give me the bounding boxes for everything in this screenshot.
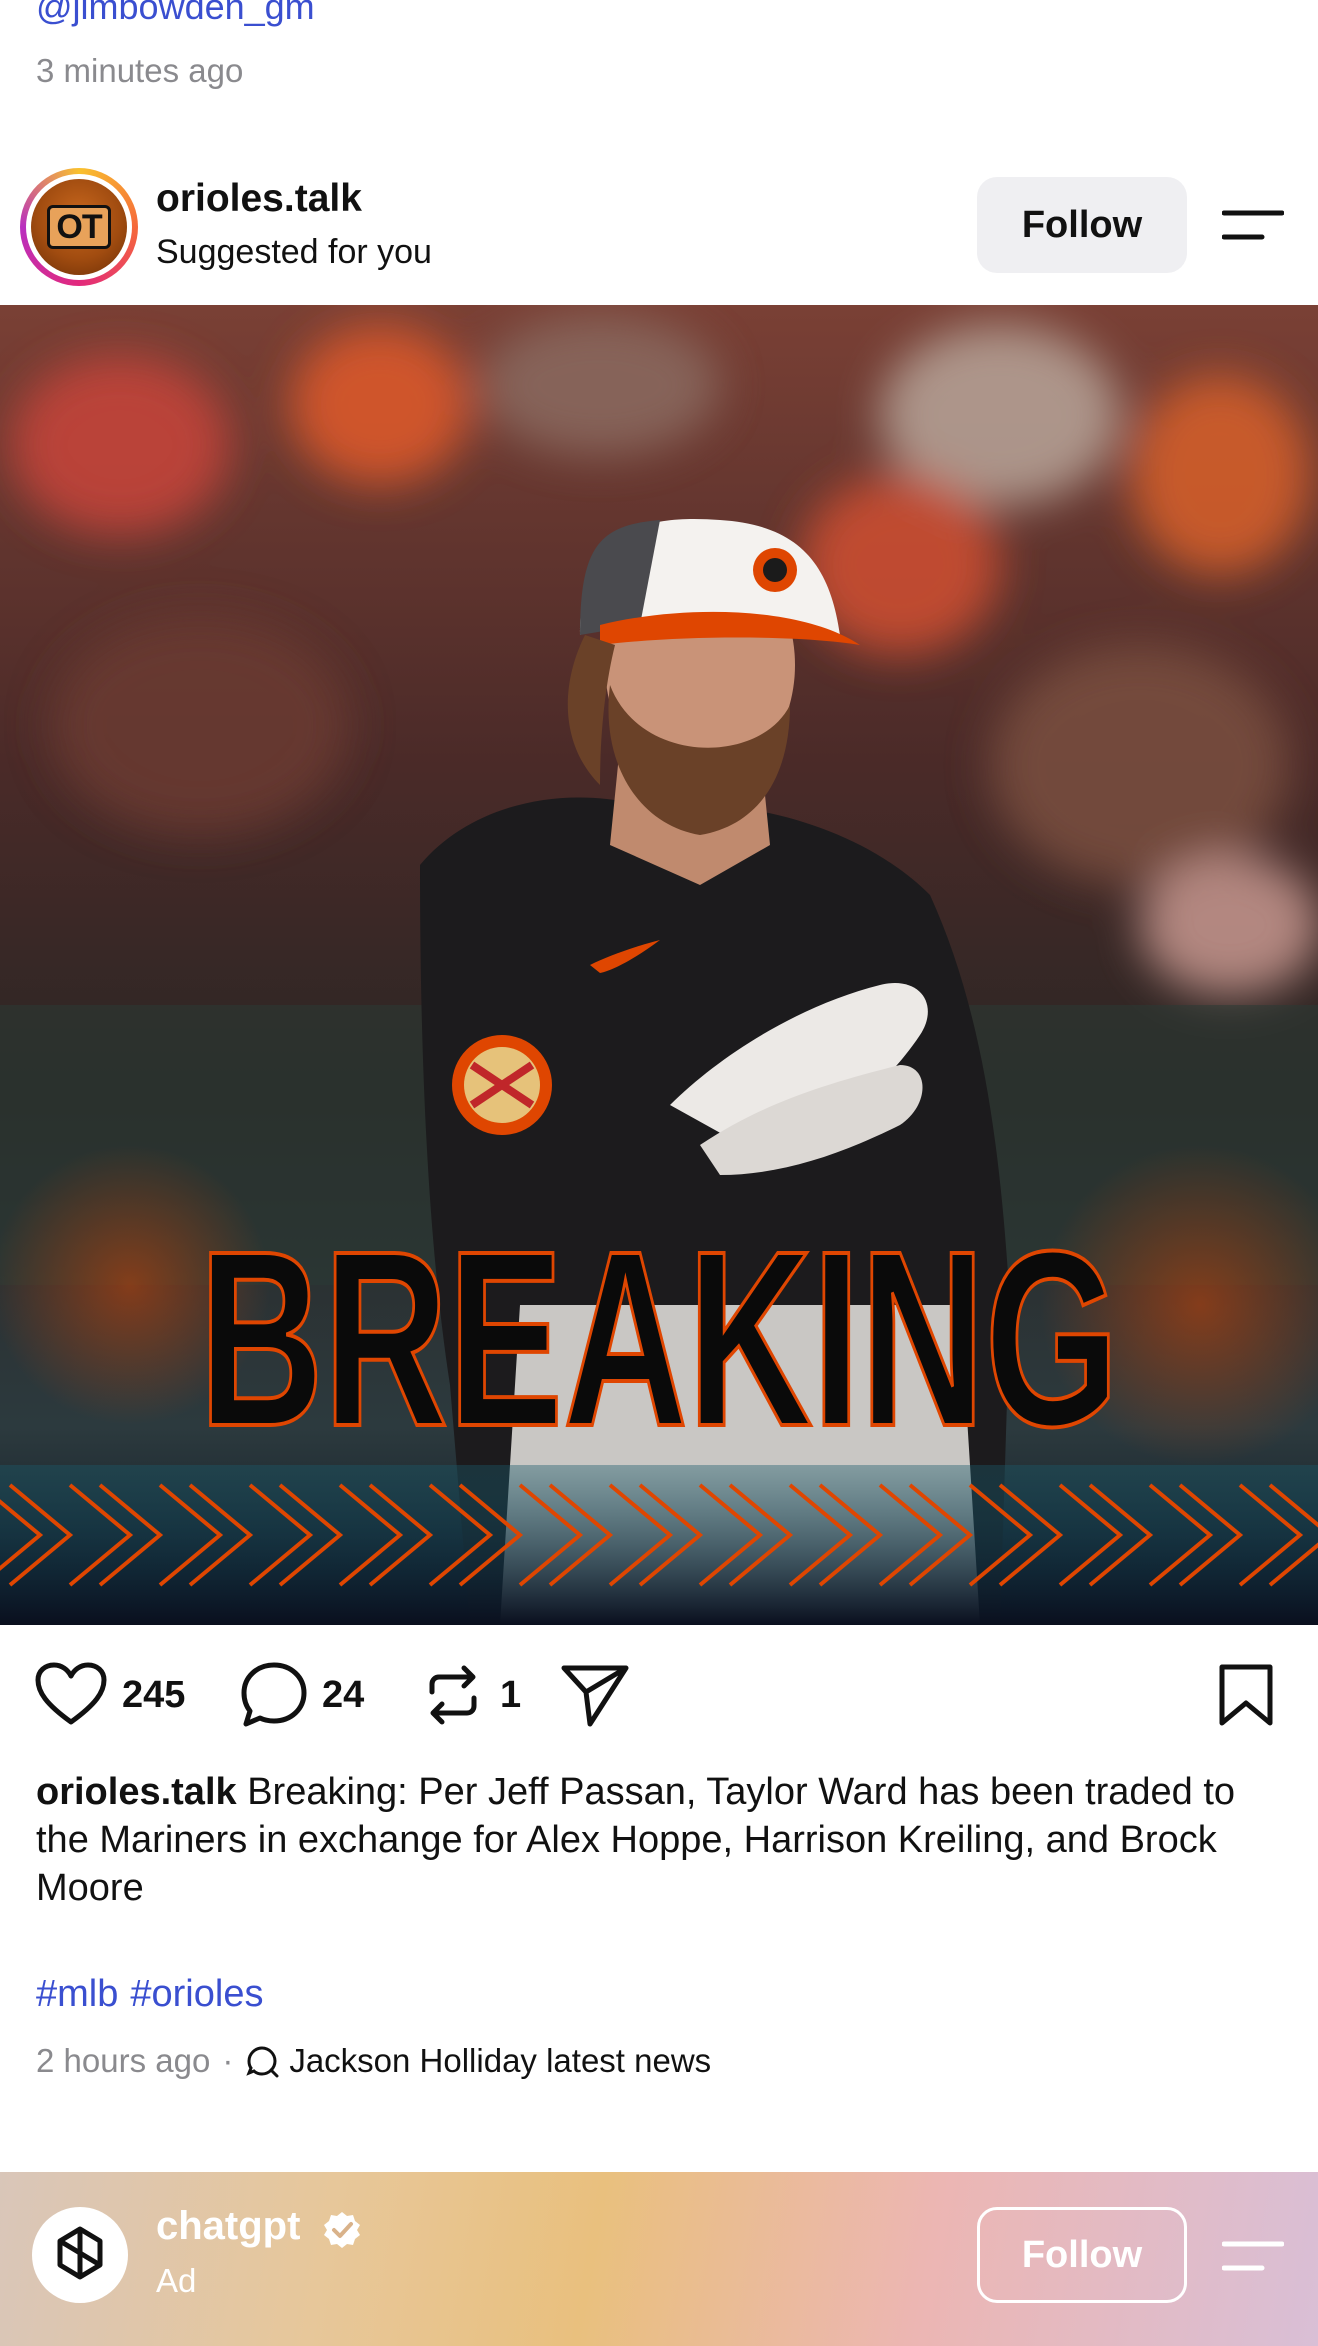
bookmark-icon [1219, 1664, 1273, 1726]
hashtag-list: #mlb #orioles [36, 1973, 275, 2016]
send-icon [561, 1665, 629, 1727]
suggested-label: Suggested for you [156, 233, 432, 271]
ad-label: Ad [156, 2262, 197, 2299]
menu-icon[interactable] [1222, 205, 1284, 245]
heart-icon [35, 1662, 107, 1725]
breaking-news-graphic: BREAKING [0, 305, 1318, 1625]
comment-icon [241, 1662, 307, 1727]
chatgpt-avatar[interactable] [32, 2207, 128, 2303]
avatar-logo-text: OT [47, 205, 111, 249]
action-bar: 245 24 1 [0, 1655, 1318, 1735]
topic-link[interactable]: Jackson Holliday latest news [289, 2042, 711, 2080]
like-count: 245 [122, 1673, 186, 1716]
share-button[interactable] [560, 1655, 630, 1735]
avatar[interactable]: OT [20, 168, 138, 286]
like-button[interactable]: 245 [34, 1655, 185, 1735]
repost-button[interactable]: 1 [420, 1655, 521, 1735]
breaking-overlay-text: BREAKING [199, 1199, 1119, 1478]
post-meta: 2 hours ago · Jackson Holliday latest ne… [36, 2042, 711, 2080]
ad-post-header: chatgpt Ad Follow [0, 2172, 1318, 2346]
post-header: OT orioles.talk Suggested for you Follow [0, 165, 1318, 305]
ad-menu-icon[interactable] [1222, 2236, 1284, 2276]
repost-icon [429, 1665, 477, 1725]
hashtag-mlb[interactable]: #mlb [36, 1973, 118, 2015]
verified-badge-icon [324, 2212, 360, 2248]
ad-follow-button[interactable]: Follow [977, 2207, 1187, 2303]
post-timestamp: 2 hours ago [36, 2042, 211, 2079]
caption-username[interactable]: orioles.talk [36, 1771, 237, 1813]
topic-search-icon [246, 2046, 279, 2078]
repost-count: 1 [500, 1673, 522, 1716]
bookmark-button[interactable] [1218, 1655, 1274, 1735]
comment-button[interactable]: 24 [240, 1655, 364, 1735]
comment-count: 24 [322, 1673, 365, 1716]
post-caption: orioles.talk Breaking: Per Jeff Passan, … [36, 1768, 1286, 1912]
previous-post-handle-link[interactable]: @jimbowden_gm [36, 0, 315, 28]
hashtag-orioles[interactable]: #orioles [130, 1973, 263, 2015]
avatar-image: OT [31, 179, 127, 275]
ad-username[interactable]: chatgpt [156, 2204, 300, 2249]
previous-post-timestamp: 3 minutes ago [36, 52, 244, 89]
meta-separator: · [222, 2042, 234, 2079]
follow-button[interactable]: Follow [977, 177, 1187, 273]
post-image[interactable]: BREAKING [0, 305, 1318, 1625]
openai-logo-icon [57, 2226, 103, 2280]
post-username[interactable]: orioles.talk [156, 177, 362, 221]
